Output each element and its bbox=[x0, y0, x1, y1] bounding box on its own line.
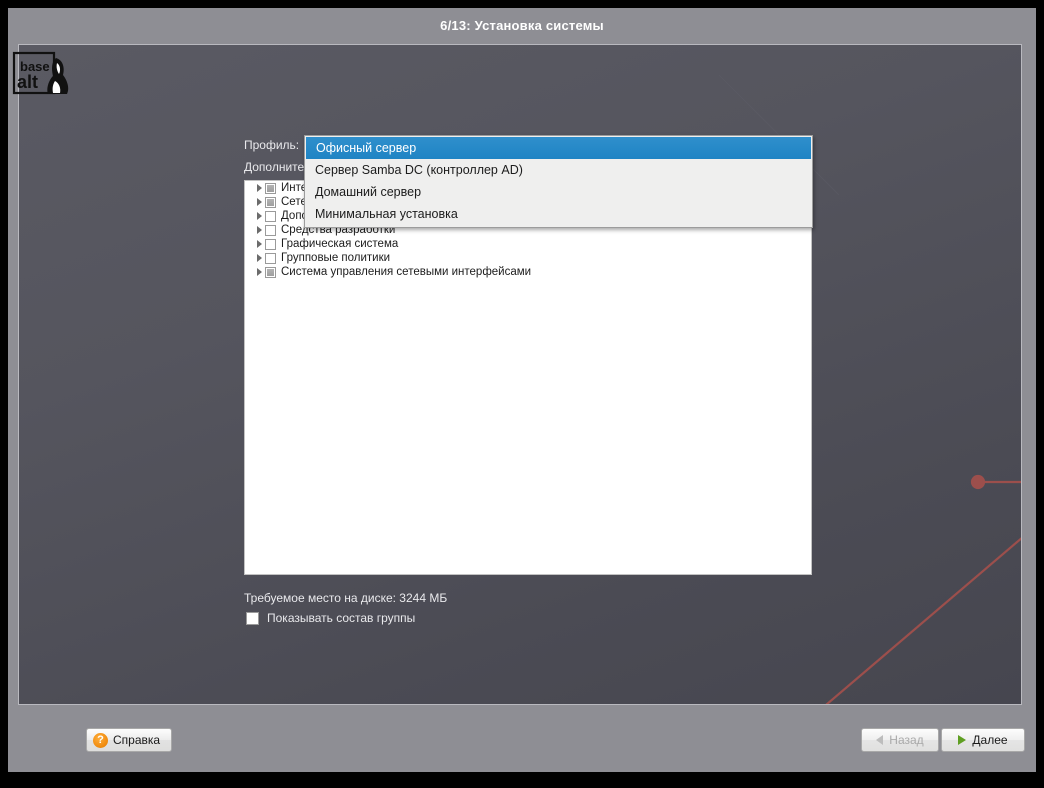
chevron-right-icon[interactable] bbox=[253, 268, 265, 276]
chevron-right-icon[interactable] bbox=[253, 254, 265, 262]
chevron-right-icon[interactable] bbox=[253, 198, 265, 206]
window-titlebar: 6/13: Установка системы bbox=[8, 8, 1036, 42]
dropdown-option-home-server[interactable]: Домашний сервер bbox=[305, 181, 812, 203]
installer-window: 6/13: Установка системы Профиль: Дополни… bbox=[0, 0, 1044, 788]
wizard-body: Профиль: Дополнительные пакеты: Интернет… bbox=[8, 42, 1036, 772]
show-group-contents-checkbox[interactable]: Показывать состав группы bbox=[246, 611, 415, 625]
list-item[interactable]: Групповые политики bbox=[245, 251, 811, 265]
list-item[interactable]: Система управления сетевыми интерфейсами bbox=[245, 265, 811, 279]
list-item-label: Система управления сетевыми интерфейсами bbox=[281, 266, 532, 278]
profile-form: Профиль: Дополнительные пакеты: Интернет… bbox=[19, 45, 1021, 704]
arrow-left-icon bbox=[876, 735, 884, 745]
profile-field-label: Профиль: bbox=[244, 138, 300, 152]
group-checkbox[interactable] bbox=[265, 252, 276, 264]
page-title: 6/13: Установка системы bbox=[440, 17, 604, 33]
dropdown-option-minimal[interactable]: Минимальная установка bbox=[305, 203, 812, 225]
dropdown-option-office-server[interactable]: Офисный сервер bbox=[306, 137, 811, 159]
checkbox-box[interactable] bbox=[246, 611, 259, 625]
dropdown-option-samba-dc[interactable]: Сервер Samba DC (контроллер AD) bbox=[305, 159, 812, 181]
group-checkbox[interactable] bbox=[265, 210, 276, 222]
question-mark-icon: ? bbox=[93, 732, 108, 748]
chevron-right-icon[interactable] bbox=[253, 184, 265, 192]
list-item[interactable]: Графическая система bbox=[245, 237, 811, 251]
group-checkbox[interactable] bbox=[265, 182, 276, 194]
page-panel: Профиль: Дополнительные пакеты: Интернет… bbox=[18, 44, 1022, 705]
chevron-right-icon[interactable] bbox=[253, 212, 265, 220]
package-group-list[interactable]: Интернет-сервисы Сетевые службы Дополнит… bbox=[244, 180, 812, 575]
back-button[interactable]: Назад bbox=[861, 728, 939, 752]
group-checkbox[interactable] bbox=[265, 238, 276, 250]
basealt-logo: base alt bbox=[12, 51, 69, 95]
show-group-contents-label: Показывать состав группы bbox=[267, 611, 416, 625]
disk-space-text: Требуемое место на диске: 3244 МБ bbox=[244, 591, 448, 605]
profile-dropdown-popup[interactable]: Офисный сервер Сервер Samba DC (контролл… bbox=[304, 135, 813, 228]
next-button[interactable]: Далее bbox=[941, 728, 1025, 752]
group-checkbox[interactable] bbox=[265, 266, 276, 278]
arrow-right-icon bbox=[958, 735, 967, 745]
group-checkbox[interactable] bbox=[265, 196, 276, 208]
next-button-label: Далее bbox=[972, 733, 1008, 747]
back-button-label: Назад bbox=[889, 733, 924, 747]
chevron-right-icon[interactable] bbox=[253, 240, 265, 248]
help-button-label: Справка bbox=[113, 733, 161, 747]
group-checkbox[interactable] bbox=[265, 224, 276, 236]
help-button[interactable]: ? Справка bbox=[86, 728, 172, 752]
list-item-label: Графическая система bbox=[281, 238, 399, 250]
svg-text:alt: alt bbox=[17, 72, 38, 92]
chevron-right-icon[interactable] bbox=[253, 226, 265, 234]
list-item-label: Групповые политики bbox=[281, 252, 391, 264]
